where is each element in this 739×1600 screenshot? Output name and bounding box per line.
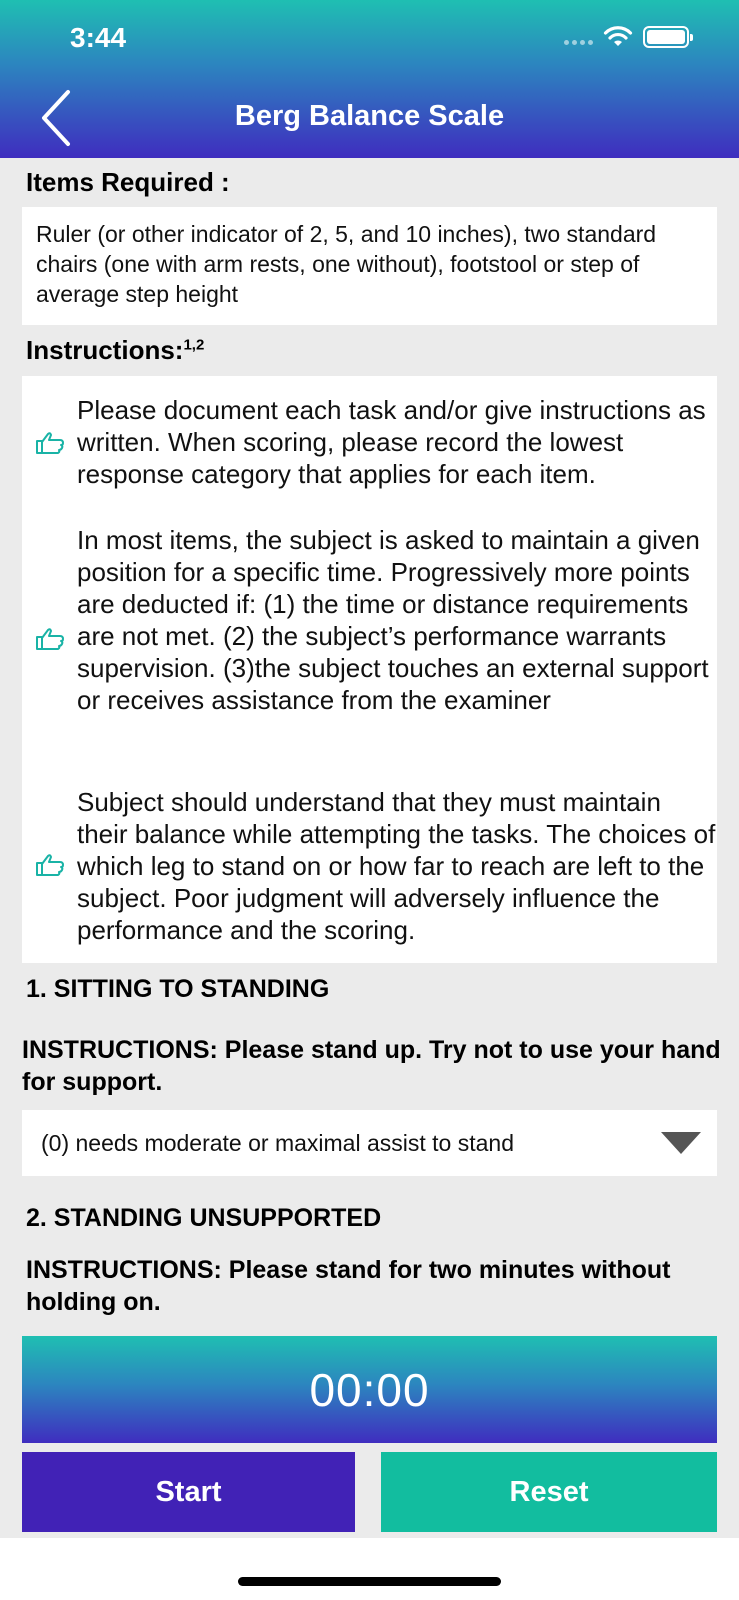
hand-pointing-right-icon (36, 432, 64, 454)
timer-display: 00:00 (22, 1336, 717, 1443)
instruction-item: In most items, the subject is asked to m… (77, 525, 709, 715)
section2-title: 2. STANDING UNSUPPORTED (26, 1204, 382, 1232)
signal-icon (564, 39, 593, 45)
status-icons (564, 26, 693, 48)
section1-instructions: INSTRUCTIONS: Please stand up. Try not t… (22, 1036, 721, 1096)
section1-title: 1. SITTING TO STANDING (26, 975, 330, 1003)
page-title: Berg Balance Scale (234, 100, 505, 132)
dropdown-caret-icon (661, 1132, 701, 1154)
status-time: 3:44 (70, 22, 127, 53)
instructions-label: Instructions:1,2 (26, 335, 204, 366)
items-required-label: Items Required : (26, 167, 230, 197)
instructions-superscript: 1,2 (183, 336, 205, 354)
section1-selected-option: (0) needs moderate or maximal assist to … (41, 1129, 514, 1156)
instructions-label-text: Instructions: (26, 335, 184, 365)
instruction-item: Please document each task and/or give in… (77, 395, 706, 489)
items-required-text: Ruler (or other indicator of 2, 5, and 1… (36, 221, 657, 307)
wifi-icon (603, 26, 633, 46)
section2-instructions: INSTRUCTIONS: Please stand for two minut… (26, 1256, 671, 1316)
items-required-box: Ruler (or other indicator of 2, 5, and 1… (22, 207, 717, 325)
hand-pointing-right-icon (36, 854, 64, 876)
section1-score-select[interactable]: (0) needs moderate or maximal assist to … (22, 1110, 717, 1176)
start-button[interactable]: Start (22, 1452, 355, 1532)
instruction-item: Subject should understand that they must… (77, 787, 716, 945)
hand-pointing-right-icon (36, 628, 64, 650)
reset-button[interactable]: Reset (381, 1452, 717, 1532)
app-header: 3:44 Berg Balance Scale (0, 0, 739, 158)
battery-icon (643, 26, 693, 48)
bottom-safe-area (0, 1538, 739, 1600)
home-indicator[interactable] (238, 1577, 501, 1586)
